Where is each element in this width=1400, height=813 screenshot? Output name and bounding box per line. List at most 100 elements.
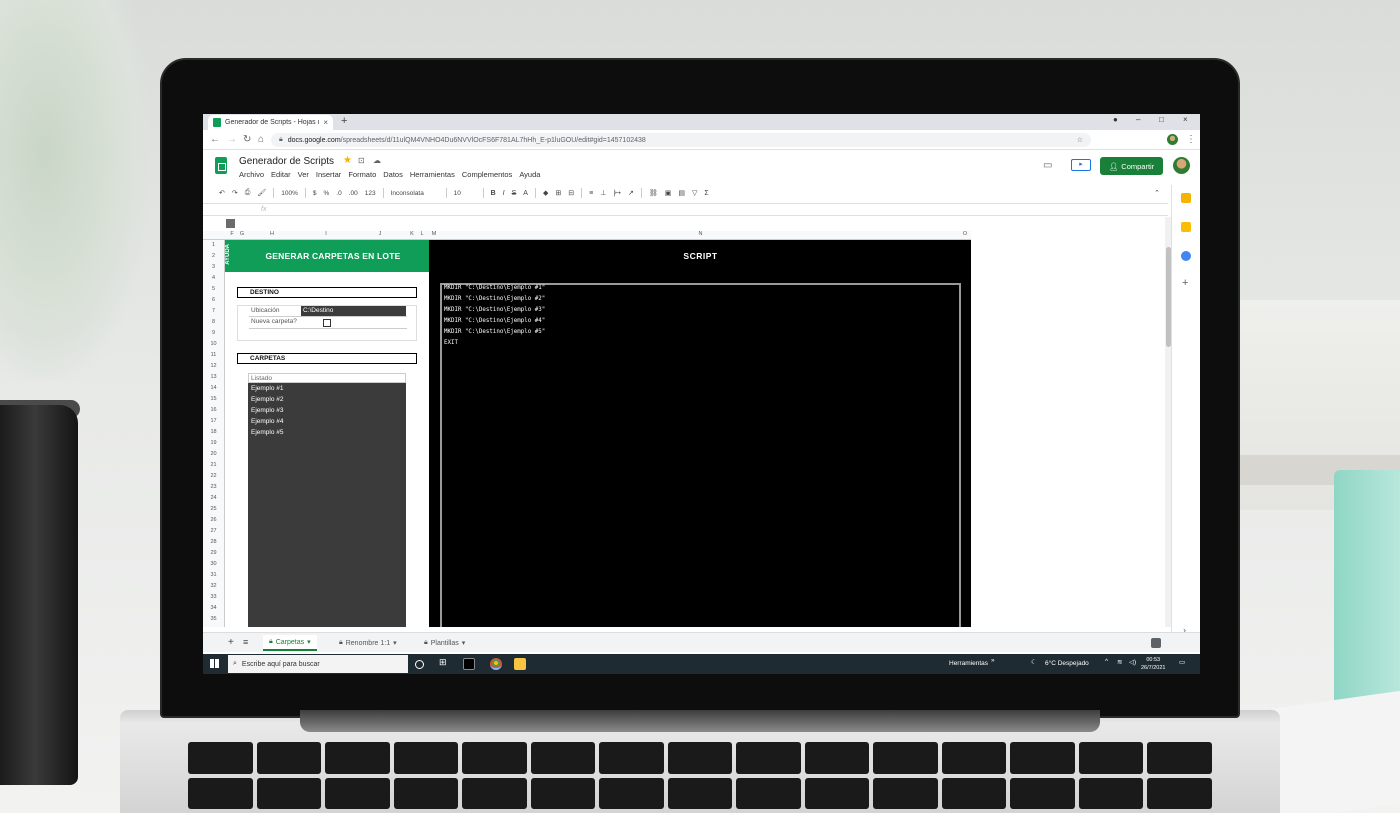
menu-ver[interactable]: Ver xyxy=(298,170,309,179)
font-size-select[interactable]: 10 xyxy=(454,190,476,197)
column-header[interactable]: M xyxy=(429,231,439,237)
row-header[interactable]: 13 xyxy=(203,372,224,383)
sheet-tab-renombre[interactable]: 🔒︎ Renombre 1:1 ▾ xyxy=(333,635,403,651)
collapse-menus-icon[interactable]: ⌃ xyxy=(1154,189,1160,197)
row-header[interactable]: 33 xyxy=(203,592,224,603)
row-header[interactable]: 19 xyxy=(203,438,224,449)
script-output[interactable]: MKDIR "C:\Destino\Ejemplo #1" MKDIR "C:\… xyxy=(429,272,971,627)
column-header[interactable]: I xyxy=(301,231,351,237)
insert-link-icon[interactable]: ⛓ xyxy=(649,189,658,197)
row-header[interactable]: 24 xyxy=(203,493,224,504)
column-header[interactable]: N xyxy=(443,231,958,237)
increase-decimal-button[interactable]: .00 xyxy=(349,190,358,197)
task-view-icon[interactable]: ⊞ xyxy=(439,657,451,669)
tasks-icon[interactable] xyxy=(1181,251,1191,261)
functions-icon[interactable]: Σ xyxy=(704,190,708,197)
add-addon-icon[interactable]: + xyxy=(1182,277,1188,289)
chrome-icon[interactable] xyxy=(490,658,502,670)
column-header[interactable]: O xyxy=(960,231,970,237)
reload-icon[interactable]: ↻ xyxy=(243,134,251,145)
row-header[interactable]: 18 xyxy=(203,427,224,438)
undo-icon[interactable]: ↶ xyxy=(219,189,225,197)
present-button[interactable]: ▸ xyxy=(1071,159,1091,171)
list-item[interactable]: Ejemplo #1 xyxy=(251,385,284,392)
vertical-align-icon[interactable]: ⊥ xyxy=(600,189,606,197)
column-header[interactable]: F xyxy=(228,231,236,237)
fill-color-icon[interactable]: ◆ xyxy=(543,189,548,197)
back-arrow-icon[interactable]: ← xyxy=(210,134,220,145)
menu-complementos[interactable]: Complementos xyxy=(462,170,512,179)
close-window-button[interactable]: × xyxy=(1183,115,1188,124)
text-rotation-icon[interactable]: ↗ xyxy=(628,189,634,197)
all-sheets-button[interactable]: ≡ xyxy=(243,637,248,647)
row-header[interactable]: 9 xyxy=(203,328,224,339)
decrease-decimal-button[interactable]: .0 xyxy=(336,190,341,197)
menu-formato[interactable]: Formato xyxy=(348,170,376,179)
text-color-icon[interactable]: A xyxy=(523,190,528,197)
row-header[interactable]: 16 xyxy=(203,405,224,416)
spreadsheet-grid[interactable]: F G H I J K L M N O 1 2 3 4 5 6 7 8 9 10… xyxy=(203,217,971,627)
folder-move-icon[interactable]: ⊡ xyxy=(358,156,365,165)
terminal-icon[interactable] xyxy=(463,658,475,670)
taskbar-search[interactable]: ⌕ Escribe aquí para buscar xyxy=(228,655,408,673)
row-header[interactable]: 27 xyxy=(203,526,224,537)
sheet-tab-carpetas[interactable]: 🔒︎ Carpetas ▾ xyxy=(263,635,317,651)
sheet-tab-plantillas[interactable]: 🔒︎ Plantillas ▾ xyxy=(418,635,471,651)
row-header[interactable]: 7 xyxy=(203,306,224,317)
print-icon[interactable]: ⎙ xyxy=(245,189,251,197)
paint-format-icon[interactable]: 🖌︎ xyxy=(257,189,266,197)
row-header[interactable]: 10 xyxy=(203,339,224,350)
redo-icon[interactable]: ↷ xyxy=(232,189,238,197)
row-header[interactable]: 29 xyxy=(203,548,224,559)
row-header[interactable]: 21 xyxy=(203,460,224,471)
kebab-menu-icon[interactable]: ⋮ xyxy=(1186,134,1196,145)
more-formats-button[interactable]: 123 xyxy=(365,190,376,197)
menu-datos[interactable]: Datos xyxy=(383,170,403,179)
row-header[interactable]: 30 xyxy=(203,559,224,570)
menu-ayuda[interactable]: Ayuda xyxy=(519,170,540,179)
column-header[interactable]: H xyxy=(247,231,297,237)
row-header[interactable]: 8 xyxy=(203,317,224,328)
column-header[interactable]: G xyxy=(238,231,246,237)
column-header[interactable]: J xyxy=(353,231,407,237)
horizontal-align-icon[interactable]: ≡ xyxy=(589,190,593,197)
list-item[interactable]: Ejemplo #5 xyxy=(251,429,284,436)
keep-icon[interactable] xyxy=(1181,222,1191,232)
address-bar[interactable]: 🔒︎ docs.google.com /spreadsheets/d/11ulQ… xyxy=(271,133,1091,147)
list-item[interactable]: Ejemplo #4 xyxy=(251,418,284,425)
calendar-icon[interactable] xyxy=(1181,193,1191,203)
tab-close-icon[interactable]: × xyxy=(323,118,328,127)
menu-editar[interactable]: Editar xyxy=(271,170,291,179)
cortana-icon[interactable] xyxy=(415,660,424,669)
borders-icon[interactable]: ⊞ xyxy=(555,189,561,197)
nueva-carpeta-checkbox[interactable] xyxy=(323,319,331,327)
row-header[interactable]: 15 xyxy=(203,394,224,405)
chevron-right-icon[interactable]: » xyxy=(991,657,995,664)
merge-cells-icon[interactable]: ⊟ xyxy=(568,189,574,197)
home-icon[interactable]: ⌂ xyxy=(258,134,264,145)
list-item[interactable]: Ejemplo #3 xyxy=(251,407,284,414)
row-header[interactable]: 25 xyxy=(203,504,224,515)
forward-arrow-icon[interactable]: → xyxy=(227,134,237,145)
row-header[interactable]: 6 xyxy=(203,295,224,306)
help-strip[interactable]: AYUDA xyxy=(225,240,237,272)
chevron-up-icon[interactable]: ^ xyxy=(1105,658,1108,665)
account-avatar[interactable] xyxy=(1173,157,1190,174)
insert-chart-icon[interactable]: ▤ xyxy=(678,189,685,197)
row-header[interactable]: 11 xyxy=(203,350,224,361)
row-header[interactable]: 17 xyxy=(203,416,224,427)
row-header[interactable]: 34 xyxy=(203,603,224,614)
row-header[interactable]: 12 xyxy=(203,361,224,372)
column-header[interactable]: K xyxy=(408,231,416,237)
system-clock[interactable]: 00:53 26/7/2021 xyxy=(1141,656,1165,672)
expand-rows-icon[interactable] xyxy=(226,219,235,228)
weather-text[interactable]: 6°C Despejado xyxy=(1045,660,1089,667)
windows-start-icon[interactable] xyxy=(210,659,219,668)
wifi-icon[interactable]: ≋ xyxy=(1117,658,1122,666)
row-header[interactable]: 35 xyxy=(203,614,224,625)
row-header[interactable]: 22 xyxy=(203,471,224,482)
menu-archivo[interactable]: Archivo xyxy=(239,170,264,179)
row-header[interactable]: 32 xyxy=(203,581,224,592)
row-header[interactable]: 31 xyxy=(203,570,224,581)
row-header[interactable]: 3 xyxy=(203,262,224,273)
